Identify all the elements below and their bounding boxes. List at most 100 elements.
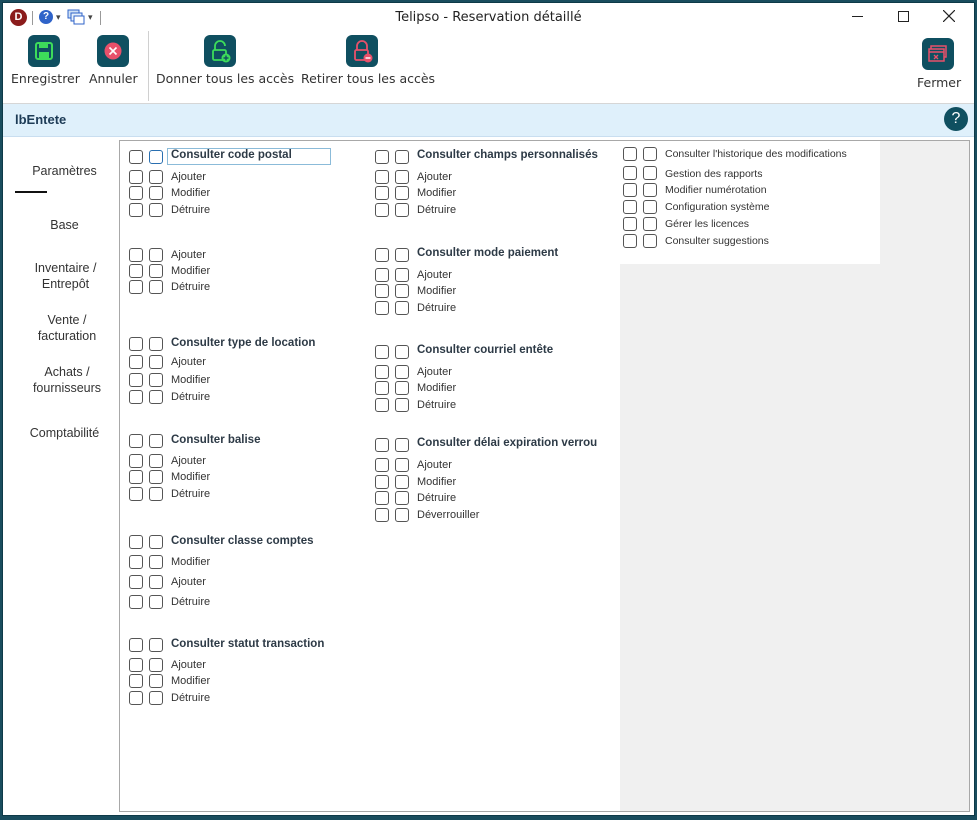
close-window-button[interactable] [926, 3, 972, 33]
permission-checkbox[interactable] [149, 674, 163, 688]
permission-checkbox[interactable] [643, 200, 657, 214]
permission-checkbox[interactable] [375, 203, 389, 217]
permission-checkbox[interactable] [375, 186, 389, 200]
permission-checkbox[interactable] [149, 264, 163, 278]
tab-parametres[interactable]: Paramètres [11, 149, 118, 193]
permission-checkbox[interactable] [149, 487, 163, 501]
revoke-all-access-button[interactable]: Retirer tous les accès [299, 33, 435, 103]
permission-checkbox[interactable] [129, 595, 143, 609]
tab-inventaire-entrepot[interactable]: Inventaire / Entrepôt [14, 260, 117, 292]
permission-checkbox[interactable] [375, 150, 389, 164]
permission-checkbox[interactable] [129, 280, 143, 294]
permission-checkbox[interactable] [149, 390, 163, 404]
permission-checkbox[interactable] [149, 186, 163, 200]
permission-checkbox[interactable] [149, 373, 163, 387]
permission-checkbox[interactable] [375, 301, 389, 315]
permission-checkbox[interactable] [129, 555, 143, 569]
permission-checkbox[interactable] [129, 355, 143, 369]
permission-checkbox[interactable] [643, 183, 657, 197]
permission-checkbox[interactable] [129, 434, 143, 448]
permission-checkbox[interactable] [149, 170, 163, 184]
permission-checkbox[interactable] [395, 365, 409, 379]
permission-checkbox[interactable] [395, 458, 409, 472]
help-button[interactable]: ? [944, 107, 968, 131]
permission-checkbox[interactable] [395, 186, 409, 200]
permission-checkbox[interactable] [129, 264, 143, 278]
permission-checkbox[interactable] [129, 638, 143, 652]
permission-checkbox[interactable] [375, 268, 389, 282]
permission-checkbox[interactable] [149, 638, 163, 652]
permission-checkbox[interactable] [149, 575, 163, 589]
permission-checkbox[interactable] [623, 234, 637, 248]
permission-checkbox[interactable] [375, 248, 389, 262]
permission-checkbox[interactable] [375, 438, 389, 452]
permission-checkbox[interactable] [129, 487, 143, 501]
tab-base[interactable]: Base [11, 217, 118, 233]
permission-checkbox[interactable] [395, 268, 409, 282]
tab-vente-facturation[interactable]: Vente / facturation [25, 312, 109, 344]
permission-checkbox[interactable] [395, 508, 409, 522]
permission-checkbox[interactable] [643, 147, 657, 161]
permission-checkbox[interactable] [375, 381, 389, 395]
permission-checkbox[interactable] [375, 475, 389, 489]
close-button[interactable]: Fermer [911, 33, 967, 103]
permission-checkbox[interactable] [149, 203, 163, 217]
minimize-button[interactable] [834, 3, 880, 33]
permission-checkbox[interactable] [375, 491, 389, 505]
permission-checkbox[interactable] [129, 337, 143, 351]
permission-checkbox[interactable] [129, 186, 143, 200]
permission-checkbox[interactable] [375, 508, 389, 522]
permission-checkbox[interactable] [149, 337, 163, 351]
permission-checkbox[interactable] [149, 280, 163, 294]
permission-checkbox[interactable] [149, 555, 163, 569]
permission-checkbox[interactable] [129, 674, 143, 688]
permission-checkbox[interactable] [129, 575, 143, 589]
permission-checkbox[interactable] [149, 248, 163, 262]
permission-checkbox[interactable] [395, 381, 409, 395]
maximize-button[interactable] [880, 3, 926, 33]
permission-checkbox[interactable] [149, 535, 163, 549]
permission-checkbox[interactable] [129, 170, 143, 184]
permission-checkbox[interactable] [149, 470, 163, 484]
permission-checkbox[interactable] [129, 390, 143, 404]
tab-achats-fournisseurs[interactable]: Achats / fournisseurs [21, 364, 113, 396]
permission-checkbox[interactable] [623, 166, 637, 180]
permission-checkbox[interactable] [375, 398, 389, 412]
permission-checkbox[interactable] [129, 203, 143, 217]
permission-checkbox[interactable] [623, 200, 637, 214]
permission-checkbox[interactable] [129, 150, 143, 164]
permission-checkbox[interactable] [395, 150, 409, 164]
permission-checkbox[interactable] [375, 284, 389, 298]
permission-checkbox[interactable] [623, 217, 637, 231]
permission-checkbox[interactable] [395, 438, 409, 452]
permission-checkbox[interactable] [129, 535, 143, 549]
permission-checkbox[interactable] [643, 166, 657, 180]
permission-checkbox[interactable] [395, 248, 409, 262]
permission-checkbox[interactable] [149, 150, 163, 164]
permission-checkbox[interactable] [375, 170, 389, 184]
permission-checkbox[interactable] [129, 373, 143, 387]
grant-all-access-button[interactable]: Donner tous les accès [153, 33, 294, 103]
permission-checkbox[interactable] [149, 595, 163, 609]
permission-checkbox[interactable] [395, 284, 409, 298]
permission-checkbox[interactable] [643, 234, 657, 248]
permission-checkbox[interactable] [395, 301, 409, 315]
permission-checkbox[interactable] [395, 345, 409, 359]
cancel-button[interactable]: Annuler [86, 33, 146, 103]
permission-checkbox[interactable] [395, 203, 409, 217]
permission-checkbox[interactable] [129, 454, 143, 468]
permission-checkbox[interactable] [395, 170, 409, 184]
permission-checkbox[interactable] [149, 454, 163, 468]
permission-checkbox[interactable] [395, 491, 409, 505]
permission-checkbox[interactable] [623, 147, 637, 161]
permission-checkbox[interactable] [149, 658, 163, 672]
permission-checkbox[interactable] [395, 398, 409, 412]
permission-checkbox[interactable] [129, 691, 143, 705]
permission-checkbox[interactable] [129, 658, 143, 672]
permission-checkbox[interactable] [129, 248, 143, 262]
permission-checkbox[interactable] [375, 345, 389, 359]
permission-checkbox[interactable] [149, 691, 163, 705]
permission-checkbox[interactable] [375, 365, 389, 379]
permission-checkbox[interactable] [129, 470, 143, 484]
permission-checkbox[interactable] [623, 183, 637, 197]
